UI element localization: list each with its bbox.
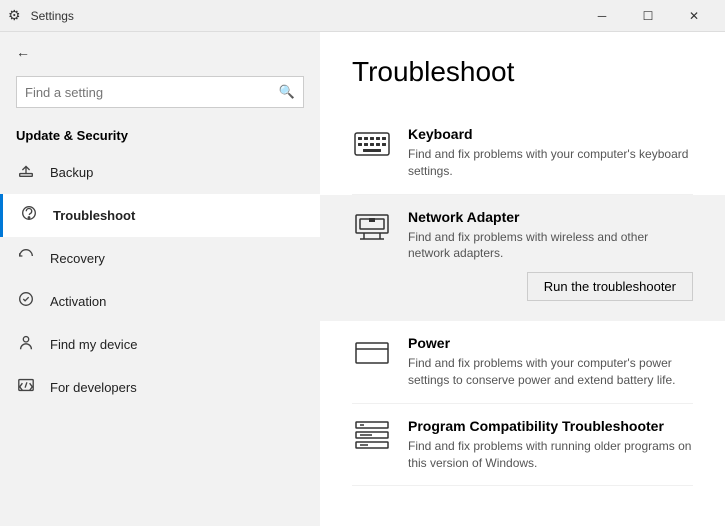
search-input[interactable] bbox=[25, 85, 279, 100]
program-compatibility-title: Program Compatibility Troubleshooter bbox=[408, 418, 693, 434]
backup-label: Backup bbox=[50, 165, 93, 180]
sidebar: ← 🔍 Update & Security Backup bbox=[0, 32, 320, 526]
minimize-button[interactable]: ─ bbox=[579, 0, 625, 32]
sidebar-item-recovery[interactable]: Recovery bbox=[0, 237, 320, 280]
power-title: Power bbox=[408, 335, 693, 351]
power-icon bbox=[352, 335, 392, 371]
title-bar: ⚙ Settings ─ ☐ ✕ bbox=[0, 0, 725, 32]
for-developers-label: For developers bbox=[50, 380, 137, 395]
keyboard-content: Keyboard Find and fix problems with your… bbox=[408, 126, 693, 180]
section-title: Update & Security bbox=[0, 120, 320, 151]
content-area: Troubleshoot bbox=[320, 32, 725, 526]
close-button[interactable]: ✕ bbox=[671, 0, 717, 32]
sidebar-item-for-developers[interactable]: For developers bbox=[0, 366, 320, 409]
keyboard-title: Keyboard bbox=[408, 126, 693, 142]
network-adapter-desc: Find and fix problems with wireless and … bbox=[408, 229, 693, 263]
search-icon: 🔍 bbox=[279, 84, 295, 100]
recovery-label: Recovery bbox=[50, 251, 105, 266]
for-developers-icon bbox=[16, 376, 36, 399]
program-compatibility-content: Program Compatibility Troubleshooter Fin… bbox=[408, 418, 693, 472]
troubleshoot-label: Troubleshoot bbox=[53, 208, 135, 223]
title-bar-title: Settings bbox=[31, 9, 74, 23]
search-box[interactable]: 🔍 bbox=[16, 76, 304, 108]
settings-app-icon: ⚙ bbox=[8, 7, 21, 24]
activation-label: Activation bbox=[50, 294, 106, 309]
list-item: Network Adapter Find and fix problems wi… bbox=[320, 195, 725, 322]
run-troubleshooter-container: Run the troubleshooter bbox=[408, 272, 693, 301]
keyboard-desc: Find and fix problems with your computer… bbox=[408, 146, 693, 180]
network-adapter-icon bbox=[352, 209, 392, 245]
sidebar-item-find-my-device[interactable]: Find my device bbox=[0, 323, 320, 366]
program-compatibility-icon bbox=[352, 418, 392, 454]
back-button[interactable]: ← bbox=[0, 32, 320, 72]
list-item: Power Find and fix problems with your co… bbox=[352, 321, 693, 404]
keyboard-icon bbox=[352, 126, 392, 162]
backup-icon bbox=[16, 161, 36, 184]
title-bar-left: ⚙ Settings bbox=[8, 7, 74, 24]
program-compatibility-desc: Find and fix problems with running older… bbox=[408, 438, 693, 472]
power-content: Power Find and fix problems with your co… bbox=[408, 335, 693, 389]
network-adapter-title: Network Adapter bbox=[408, 209, 693, 225]
find-my-device-label: Find my device bbox=[50, 337, 137, 352]
list-item: Program Compatibility Troubleshooter Fin… bbox=[352, 404, 693, 487]
power-desc: Find and fix problems with your computer… bbox=[408, 355, 693, 389]
sidebar-item-activation[interactable]: Activation bbox=[0, 280, 320, 323]
troubleshoot-icon bbox=[19, 204, 39, 227]
maximize-button[interactable]: ☐ bbox=[625, 0, 671, 32]
page-title: Troubleshoot bbox=[352, 56, 693, 88]
find-my-device-icon bbox=[16, 333, 36, 356]
main-layout: ← 🔍 Update & Security Backup bbox=[0, 32, 725, 526]
title-bar-controls: ─ ☐ ✕ bbox=[579, 0, 717, 32]
network-adapter-content: Network Adapter Find and fix problems wi… bbox=[408, 209, 693, 308]
sidebar-item-backup[interactable]: Backup bbox=[0, 151, 320, 194]
recovery-icon bbox=[16, 247, 36, 270]
list-item: Keyboard Find and fix problems with your… bbox=[352, 112, 693, 195]
sidebar-item-troubleshoot[interactable]: Troubleshoot bbox=[0, 194, 320, 237]
run-troubleshooter-button[interactable]: Run the troubleshooter bbox=[527, 272, 693, 301]
activation-icon bbox=[16, 290, 36, 313]
back-arrow-icon: ← bbox=[16, 44, 30, 60]
